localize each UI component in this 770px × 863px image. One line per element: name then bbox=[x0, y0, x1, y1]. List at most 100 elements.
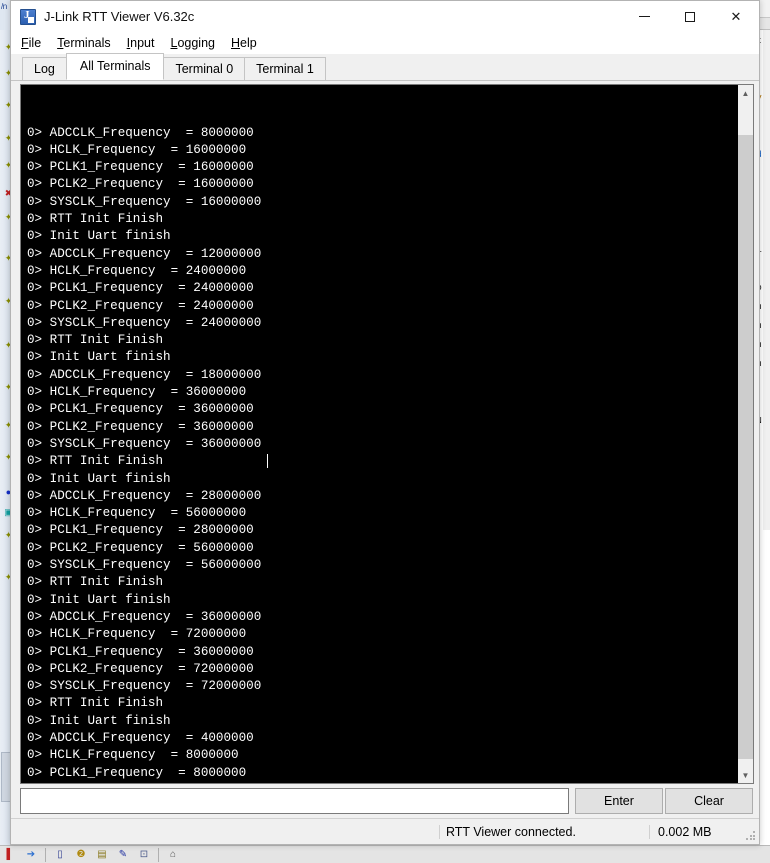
menu-item-input[interactable]: Input bbox=[127, 34, 164, 52]
menu-help-accel: H bbox=[230, 36, 241, 50]
terminal-line: 0> ADCCLK_Frequency = 8000000 bbox=[27, 125, 254, 140]
tab-terminal-0[interactable]: Terminal 0 bbox=[163, 57, 246, 80]
menu-item-logging[interactable]: Logging bbox=[170, 34, 224, 52]
window-controls: ✕ bbox=[621, 1, 759, 32]
terminal-line: 0> PCLK1_Frequency = 16000000 bbox=[27, 160, 254, 175]
terminal-line: 0> PCLK2_Frequency = 36000000 bbox=[27, 419, 254, 434]
terminal-line: 0> PCLK1_Frequency = 36000000 bbox=[27, 402, 254, 417]
terminal-line: 0> SYSCLK_Frequency = 24000000 bbox=[27, 315, 262, 330]
terminal-line: 0> RTT Init Finish bbox=[27, 212, 164, 227]
terminal-line: 0> PCLK1_Frequency = 36000000 bbox=[27, 644, 254, 659]
terminal-line: 0> SYSCLK_Frequency = 36000000 bbox=[27, 436, 262, 451]
terminal-line: 0> PCLK1_Frequency = 28000000 bbox=[27, 523, 254, 538]
terminal-line: 0> ADCCLK_Frequency = 18000000 bbox=[27, 367, 262, 382]
tab-all-terminals[interactable]: All Terminals bbox=[65, 53, 165, 80]
minimize-icon bbox=[638, 16, 650, 17]
tab-all-terminals-label: All Terminals bbox=[79, 59, 151, 73]
terminal-line: 0> PCLK1_Frequency = 8000000 bbox=[27, 765, 247, 780]
terminal-line: 0> SYSCLK_Frequency = 56000000 bbox=[27, 558, 262, 573]
chevron-down-icon: ▼ bbox=[741, 770, 750, 780]
tab-terminal-1[interactable]: Terminal 1 bbox=[244, 57, 326, 80]
terminal-line: 0> Init Uart finish bbox=[27, 592, 171, 607]
terminal-line: 0> HCLK_Frequency = 56000000 bbox=[27, 506, 247, 521]
terminal-line: 0> PCLK2_Frequency = 72000000 bbox=[27, 661, 254, 676]
taskbar-app-icon[interactable]: ▤ bbox=[95, 848, 109, 862]
scroll-down-button[interactable]: ▼ bbox=[738, 767, 753, 783]
taskbar: ▌ ➔ ▯ ❷ ▤ ✎ ⊡ ⌂ bbox=[0, 845, 770, 863]
terminal-line: 0> ADCCLK_Frequency = 4000000 bbox=[27, 730, 254, 745]
terminal-line: 0> RTT Init Finish bbox=[27, 333, 164, 348]
resize-grip[interactable] bbox=[745, 830, 757, 842]
menu-file-accel: F bbox=[21, 36, 29, 50]
scroll-up-button[interactable]: ▲ bbox=[738, 85, 753, 101]
terminal-line: 0> HCLK_Frequency = 16000000 bbox=[27, 142, 247, 157]
enter-button[interactable]: Enter bbox=[575, 787, 663, 814]
menu-terminals-rest: erminals bbox=[63, 36, 111, 50]
status-data-size: 0.002 MB bbox=[649, 824, 759, 839]
chevron-up-icon: ▲ bbox=[741, 88, 750, 98]
menu-help-rest: elp bbox=[240, 36, 257, 50]
taskbar-arrow-icon[interactable]: ➔ bbox=[24, 848, 38, 862]
terminal-line: 0> ADCCLK_Frequency = 28000000 bbox=[27, 488, 262, 503]
minimize-button[interactable] bbox=[621, 1, 667, 32]
tab-log[interactable]: Log bbox=[22, 57, 67, 80]
menu-item-file[interactable]: File bbox=[21, 34, 50, 52]
background-code-editor-scrollbar[interactable] bbox=[763, 30, 770, 530]
statusbar: RTT Viewer connected. 0.002 MB bbox=[11, 818, 759, 844]
maximize-button[interactable] bbox=[667, 1, 713, 32]
terminal-line: 0> ADCCLK_Frequency = 12000000 bbox=[27, 246, 262, 261]
scrollbar-track[interactable] bbox=[738, 101, 753, 767]
jlink-rtt-viewer-window: J-Link RTT Viewer V6.32c ✕ File Terminal… bbox=[10, 0, 760, 845]
terminal-line: 0> PCLK1_Frequency = 24000000 bbox=[27, 281, 254, 296]
input-row: Enter Clear bbox=[11, 784, 759, 818]
scrollbar-thumb[interactable] bbox=[738, 135, 753, 759]
clear-button[interactable]: Clear bbox=[665, 787, 753, 814]
taskbar-separator bbox=[158, 847, 159, 862]
menu-file-rest: ile bbox=[28, 36, 42, 50]
terminal-line: 0> PCLK2_Frequency = 8000000 bbox=[27, 782, 737, 784]
jlink-app-icon bbox=[20, 8, 36, 25]
terminal-line: 0> SYSCLK_Frequency = 72000000 bbox=[27, 679, 262, 694]
terminal-line: 0> ADCCLK_Frequency = 36000000 bbox=[27, 609, 262, 624]
maximize-icon bbox=[685, 11, 695, 22]
menu-logging-rest: ogging bbox=[177, 36, 215, 50]
close-button[interactable]: ✕ bbox=[713, 1, 759, 32]
terminal-caret bbox=[267, 454, 268, 468]
close-icon: ✕ bbox=[730, 8, 742, 24]
tab-terminal-1-label: Terminal 1 bbox=[256, 62, 314, 76]
taskbar-start-icon[interactable]: ▌ bbox=[3, 848, 17, 862]
terminal-line: 0> PCLK2_Frequency = 16000000 bbox=[27, 177, 254, 192]
terminal-line: 0> PCLK2_Frequency = 56000000 bbox=[27, 540, 254, 555]
taskbar-app-icon[interactable]: ❷ bbox=[74, 848, 88, 862]
terminal-line: 0> HCLK_Frequency = 72000000 bbox=[27, 627, 247, 642]
terminal-panel: 0> ADCCLK_Frequency = 8000000 0> HCLK_Fre… bbox=[11, 81, 759, 784]
tab-terminal-0-label: Terminal 0 bbox=[175, 62, 234, 76]
terminal-line: 0> HCLK_Frequency = 36000000 bbox=[27, 385, 247, 400]
taskbar-app-icon[interactable]: ⊡ bbox=[137, 848, 151, 862]
terminal-scrollbar[interactable]: ▲ ▼ bbox=[737, 85, 753, 783]
menubar: File Terminals Input Logging Help bbox=[11, 32, 759, 54]
menu-input-rest: nput bbox=[130, 36, 155, 50]
enter-button-label: Enter bbox=[604, 793, 634, 808]
terminal-line: 0> Init Uart finish bbox=[27, 713, 171, 728]
window-title: J-Link RTT Viewer V6.32c bbox=[44, 9, 195, 24]
terminal-box: 0> ADCCLK_Frequency = 8000000 0> HCLK_Fre… bbox=[20, 84, 754, 784]
menu-item-help[interactable]: Help bbox=[231, 34, 266, 52]
taskbar-app-icon[interactable]: ▯ bbox=[53, 848, 67, 862]
terminal-line: 0> PCLK2_Frequency = 24000000 bbox=[27, 298, 254, 313]
terminal-line: 0> Init Uart finish bbox=[27, 471, 171, 486]
taskbar-app-icon[interactable]: ⌂ bbox=[166, 848, 180, 862]
taskbar-app-icon[interactable]: ✎ bbox=[116, 848, 130, 862]
terminal-line: 0> Init Uart finish bbox=[27, 229, 171, 244]
clear-button-label: Clear bbox=[694, 793, 724, 808]
menu-item-terminals[interactable]: Terminals bbox=[57, 34, 120, 52]
terminal-line: 0> RTT Init Finish bbox=[27, 454, 164, 469]
terminal-output[interactable]: 0> ADCCLK_Frequency = 8000000 0> HCLK_Fre… bbox=[21, 85, 737, 783]
terminal-line: 0> HCLK_Frequency = 24000000 bbox=[27, 263, 247, 278]
terminal-line: 0> Init Uart finish bbox=[27, 350, 171, 365]
command-input[interactable] bbox=[20, 787, 569, 814]
terminal-line: 0> RTT Init Finish bbox=[27, 696, 164, 711]
tabstrip: Log All Terminals Terminal 0 Terminal 1 bbox=[11, 53, 759, 81]
tab-log-label: Log bbox=[34, 62, 55, 76]
terminal-line: 0> RTT Init Finish bbox=[27, 575, 164, 590]
